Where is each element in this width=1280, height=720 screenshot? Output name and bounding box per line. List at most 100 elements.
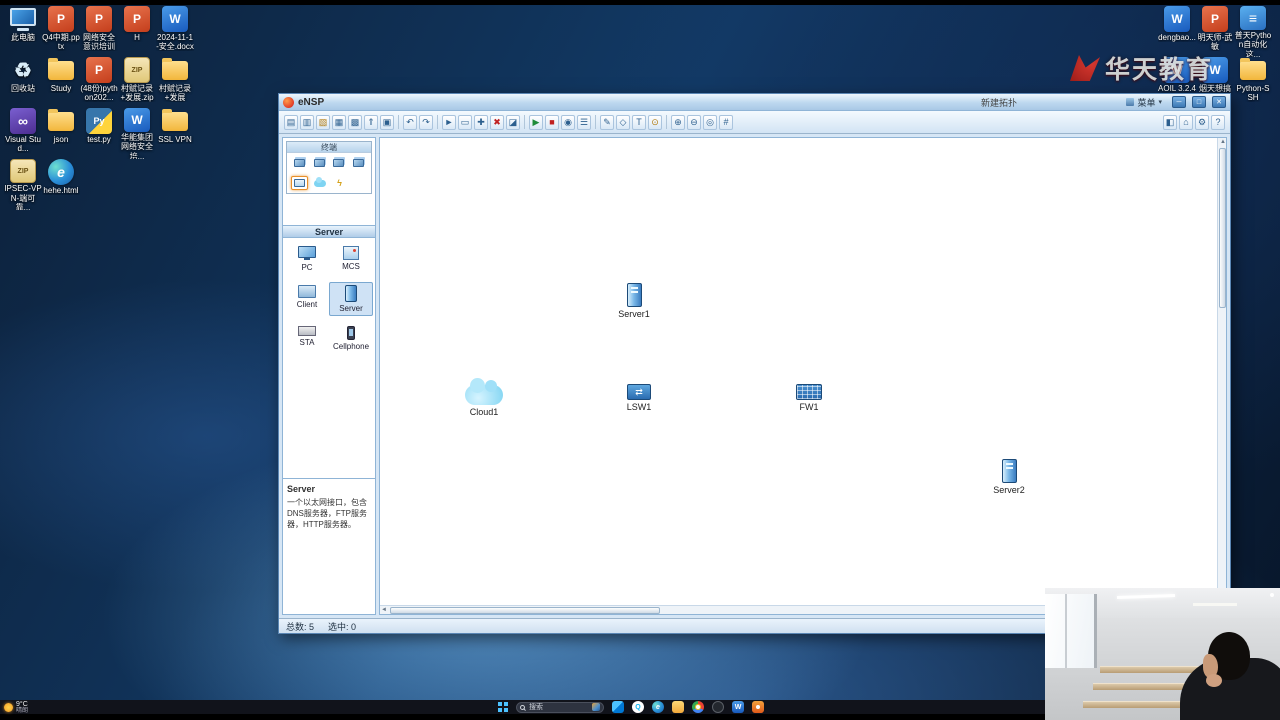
topology-overview-icon[interactable]: ⌂ — [1179, 114, 1193, 130]
undo-icon[interactable]: ↶ — [403, 114, 417, 130]
delete-tool-icon[interactable]: ✖ — [490, 114, 504, 130]
horizontal-scroll-thumb[interactable] — [390, 607, 660, 614]
open-topology-icon[interactable]: ▧ — [316, 114, 330, 130]
device-item-sta[interactable]: STA — [285, 323, 329, 354]
edge-icon[interactable] — [652, 701, 664, 713]
packet-capture-icon[interactable]: ◉ — [561, 114, 575, 130]
scroll-up-icon[interactable]: ▲ — [1220, 138, 1226, 147]
vertical-scrollbar[interactable]: ▲ ▼ — [1217, 138, 1226, 605]
desktop-icon-dengbao[interactable]: dengbao... — [1158, 6, 1196, 57]
server-icon[interactable] — [626, 283, 642, 307]
status-total: 总数: 5 — [286, 621, 315, 632]
desktop-icon-test-py[interactable]: test.py — [80, 108, 118, 159]
cloud-icon[interactable] — [465, 378, 503, 405]
minimize-left-panel-icon[interactable]: ◧ — [1163, 114, 1177, 130]
menu-button[interactable]: 菜单 — [1122, 96, 1166, 109]
search-box[interactable]: 搜索 — [516, 701, 604, 713]
box-select-tool-icon[interactable]: ▭ — [458, 114, 472, 130]
desktop-icon-ipsec-vpn[interactable]: IPSEC-VPN-端可靠... — [4, 159, 42, 210]
desktop-icon-record-folder[interactable]: 村赋记录+发展 — [156, 57, 194, 108]
routers-category-icon[interactable] — [291, 156, 308, 170]
firewalls-category-icon[interactable] — [350, 156, 367, 170]
scroll-left-icon[interactable]: ◄ — [381, 606, 387, 614]
desktop-icon-json[interactable]: json — [42, 108, 80, 159]
redo-icon[interactable]: ↷ — [419, 114, 433, 130]
desktop-icon-visual-studio[interactable]: Visual Stud... — [4, 108, 42, 159]
ensp-titlebar[interactable]: eNSP 新建拓扑 菜单 ─ □ ✕ — [279, 94, 1230, 111]
device-item-client[interactable]: Client — [285, 282, 329, 316]
qq-icon[interactable] — [632, 701, 644, 713]
new-test-project-icon[interactable]: ▥ — [300, 114, 314, 130]
device-item-server[interactable]: Server — [329, 282, 373, 316]
ensp-taskbar-icon[interactable] — [752, 701, 764, 713]
canvas-node-cloud1[interactable]: Cloud1 — [460, 377, 508, 417]
desktop-icon-record-zip[interactable]: 村赋记录+发展.zip — [118, 57, 156, 108]
desktop-icon-recycle-bin[interactable]: 回收站 — [4, 57, 42, 108]
firewall-icon[interactable] — [796, 384, 822, 400]
icon-label: 此电脑 — [11, 33, 35, 42]
cloud-icon — [313, 176, 326, 187]
add-description-icon[interactable]: ✎ — [600, 114, 614, 130]
export-topology-icon[interactable]: ⇑ — [364, 114, 378, 130]
server-icon[interactable] — [1001, 459, 1017, 483]
close-button[interactable]: ✕ — [1212, 96, 1226, 108]
chrome-icon[interactable] — [692, 701, 704, 713]
desktop-icon-hehe-html[interactable]: hehe.html — [42, 159, 80, 210]
console-icon[interactable]: ☰ — [577, 114, 591, 130]
save-as-icon[interactable]: ▩ — [348, 114, 362, 130]
weather-widget[interactable]: 9°C 晴朗 — [4, 701, 28, 714]
canvas-node-fw1[interactable]: FW1 — [785, 384, 833, 412]
add-shape-icon[interactable]: ◇ — [616, 114, 630, 130]
switch-icon[interactable] — [627, 384, 651, 400]
desktop-icon-this-pc[interactable]: 此电脑 — [4, 6, 42, 57]
save-topology-icon[interactable]: ▦ — [332, 114, 346, 130]
switches-category-icon[interactable] — [311, 156, 328, 170]
desktop-icon-h[interactable]: H — [118, 6, 156, 57]
pointer-tool-icon[interactable]: ► — [442, 114, 456, 130]
other-devices-category-icon[interactable] — [331, 176, 348, 190]
folder-icon — [162, 58, 188, 80]
new-topology-icon[interactable]: ▤ — [284, 114, 298, 130]
canvas-node-lsw1[interactable]: LSW1 — [615, 384, 663, 412]
device-item-cellphone[interactable]: Cellphone — [329, 323, 373, 354]
desktop-icon-mingtianshi[interactable]: 明天师-武敏 — [1196, 6, 1234, 57]
stop-devices-icon[interactable]: ■ — [545, 114, 559, 130]
desktop-icon-ssl-vpn[interactable]: SSL VPN — [156, 108, 194, 159]
desktop-icon-python-ssh[interactable]: Python-SSH — [1234, 57, 1272, 108]
zoom-out-icon[interactable]: ⊖ — [687, 114, 701, 130]
move-tool-icon[interactable]: ✚ — [474, 114, 488, 130]
settings-icon[interactable]: ⚙ — [1195, 114, 1209, 130]
desktop-icon-huaneng-doc[interactable]: 华能集团网络安全培... — [118, 108, 156, 159]
desktop-icon-security-docx[interactable]: 2024-11-1-安全.docx — [156, 6, 194, 57]
start-devices-icon[interactable]: ▶ — [529, 114, 543, 130]
vertical-scroll-thumb[interactable] — [1219, 148, 1226, 308]
word-icon[interactable] — [732, 701, 744, 713]
topology-canvas[interactable]: Server1 Cloud1 LSW1 FW1 Server2 — [379, 137, 1227, 615]
obs-icon[interactable] — [712, 701, 724, 713]
print-icon[interactable]: ▣ — [380, 114, 394, 130]
desktop-icon-python-auto[interactable]: 普天Python自动化这... — [1234, 6, 1272, 57]
device-item-pc[interactable]: PC — [285, 243, 329, 275]
desktop-icon-python-pack[interactable]: (48份)python202... — [80, 57, 118, 108]
desktop-icon-study[interactable]: Study — [42, 57, 80, 108]
device-item-mcs[interactable]: MCS — [329, 243, 373, 275]
canvas-node-server2[interactable]: Server2 — [985, 459, 1033, 495]
widgets-icon[interactable] — [612, 701, 624, 713]
zoom-in-icon[interactable]: ⊕ — [671, 114, 685, 130]
zoom-reset-icon[interactable]: ◎ — [703, 114, 717, 130]
file-explorer-icon[interactable] — [672, 701, 684, 713]
minimize-button[interactable]: ─ — [1172, 96, 1186, 108]
start-button[interactable] — [498, 702, 508, 712]
terminals-category-icon[interactable] — [291, 176, 308, 190]
maximize-button[interactable]: □ — [1192, 96, 1206, 108]
desktop-icon-security-training[interactable]: 网络安全意识培训 — [80, 6, 118, 57]
interface-labels-icon[interactable]: # — [719, 114, 733, 130]
wlan-category-icon[interactable] — [331, 156, 348, 170]
help-icon[interactable]: ? — [1211, 114, 1225, 130]
palette-icon[interactable]: ⊙ — [648, 114, 662, 130]
clouds-category-icon[interactable] — [311, 176, 328, 190]
eraser-tool-icon[interactable]: ◪ — [506, 114, 520, 130]
canvas-node-server1[interactable]: Server1 — [610, 283, 658, 319]
desktop-icon-q4-pptx[interactable]: Q4中期.pptx — [42, 6, 80, 57]
add-text-icon[interactable]: T — [632, 114, 646, 130]
